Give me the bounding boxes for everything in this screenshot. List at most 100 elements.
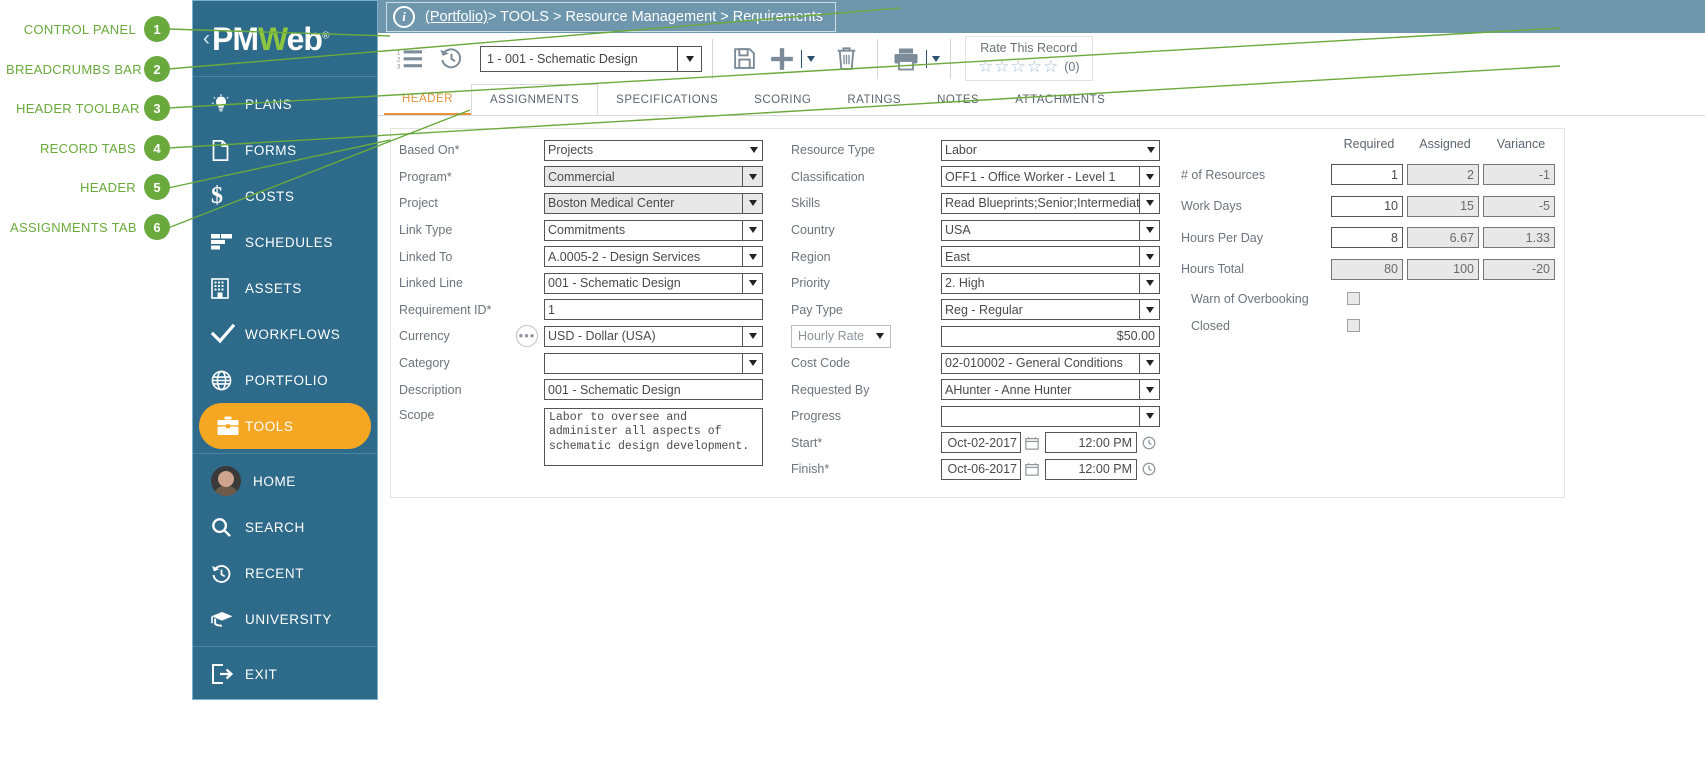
link-type-input[interactable]: Commitments xyxy=(544,219,743,241)
chevron-down-icon[interactable] xyxy=(1140,219,1160,241)
chevron-down-icon[interactable] xyxy=(743,246,763,268)
breadcrumb-link-portfolio[interactable]: (Portfolio) xyxy=(425,9,488,25)
chevron-down-icon[interactable] xyxy=(750,147,758,154)
star-icon-5[interactable]: ☆ xyxy=(1043,57,1058,77)
field-value: Labor xyxy=(945,143,977,158)
star-rating[interactable]: ☆ ☆ ☆ ☆ ☆ (0) xyxy=(978,57,1080,77)
tab-assignments[interactable]: ASSIGNMENTS xyxy=(470,84,599,115)
sidebar-item-costs[interactable]: $ COSTS xyxy=(193,173,377,219)
sidebar-item-home[interactable]: HOME xyxy=(193,458,377,504)
add-dropdown-chevron-icon[interactable] xyxy=(807,55,815,62)
chevron-down-icon[interactable] xyxy=(1147,147,1155,154)
sidebar-item-workflows[interactable]: WORKFLOWS xyxy=(193,311,377,357)
tab-notes[interactable]: NOTES xyxy=(919,84,997,115)
start-time-input[interactable]: 12:00 PM xyxy=(1045,432,1137,454)
chevron-down-icon[interactable] xyxy=(743,352,763,374)
chevron-down-icon[interactable] xyxy=(743,272,763,294)
region-input[interactable]: East xyxy=(941,246,1140,268)
pay-type-input[interactable]: Reg - Regular xyxy=(941,299,1140,321)
field-value: Commercial xyxy=(548,169,615,184)
sidebar-item-exit[interactable]: EXIT xyxy=(193,651,377,697)
star-icon-3[interactable]: ☆ xyxy=(1011,57,1026,77)
progress-input[interactable] xyxy=(941,405,1140,427)
category-input[interactable] xyxy=(544,352,743,374)
field-hourly-rate: Hourly Rate $50.00 xyxy=(791,323,1166,350)
sidebar-item-plans[interactable]: PLANS xyxy=(193,81,377,127)
chevron-down-icon[interactable] xyxy=(1140,352,1160,374)
info-icon[interactable]: i xyxy=(393,6,415,28)
hourly-rate-amount-input[interactable]: $50.00 xyxy=(941,325,1160,347)
priority-input[interactable]: 2. High xyxy=(941,272,1140,294)
based-on-select[interactable]: Projects xyxy=(544,139,763,161)
collapse-chevron-icon[interactable]: ‹ xyxy=(203,27,210,51)
add-button[interactable] xyxy=(765,38,799,80)
clock-icon[interactable] xyxy=(1140,462,1158,476)
sidebar-item-search[interactable]: SEARCH xyxy=(193,504,377,550)
tab-attachments[interactable]: ATTACHMENTS xyxy=(997,84,1123,115)
field-program: Program* Commercial xyxy=(399,164,784,191)
print-dropdown-chevron-icon[interactable] xyxy=(932,55,940,62)
sidebar-item-assets[interactable]: ASSETS xyxy=(193,265,377,311)
chevron-down-icon[interactable] xyxy=(1140,379,1160,401)
field-label: Scope xyxy=(399,407,435,422)
finish-date-input[interactable]: Oct-06-2017 xyxy=(941,458,1021,480)
tab-specifications[interactable]: SPECIFICATIONS xyxy=(598,84,736,115)
sidebar-item-recent[interactable]: RECENT xyxy=(193,550,377,596)
hourly-rate-select[interactable]: Hourly Rate xyxy=(791,324,891,348)
chevron-down-icon[interactable] xyxy=(1140,246,1160,268)
calendar-icon[interactable] xyxy=(1023,462,1041,477)
cost-code-input[interactable]: 02-010002 - General Conditions xyxy=(941,352,1140,374)
requested-by-input[interactable]: AHunter - Anne Hunter xyxy=(941,379,1140,401)
closed-checkbox[interactable] xyxy=(1347,319,1360,332)
required-input[interactable]: 10 xyxy=(1331,195,1403,217)
chevron-down-icon[interactable] xyxy=(1140,299,1160,321)
currency-input[interactable]: USD - Dollar (USA) xyxy=(544,325,743,347)
star-icon-2[interactable]: ☆ xyxy=(994,57,1009,77)
record-selector[interactable]: 1 - 001 - Schematic Design xyxy=(480,45,702,72)
chevron-down-icon[interactable] xyxy=(677,46,701,71)
chevron-down-icon[interactable] xyxy=(1140,192,1160,214)
chevron-down-icon[interactable] xyxy=(1140,272,1160,294)
warn-of-overbooking-checkbox[interactable] xyxy=(1347,292,1360,305)
scope-textarea[interactable]: Labor to oversee and administer all aspe… xyxy=(544,407,763,466)
chevron-down-icon[interactable] xyxy=(1140,166,1160,188)
tab-ratings[interactable]: RATINGS xyxy=(829,84,919,115)
sidebar-item-forms[interactable]: FORMS xyxy=(193,127,377,173)
chevron-down-icon[interactable] xyxy=(743,325,763,347)
linked-to-input[interactable]: A.0005-2 - Design Services xyxy=(544,246,743,268)
skills-input[interactable]: Read Blueprints;Senior;Intermediate xyxy=(941,192,1140,214)
sidebar-item-schedules[interactable]: SCHEDULES xyxy=(193,219,377,265)
country-input[interactable]: USA xyxy=(941,219,1140,241)
linked-line-input[interactable]: 001 - Schematic Design xyxy=(544,272,743,294)
delete-button[interactable] xyxy=(825,38,867,80)
calendar-icon[interactable] xyxy=(1023,436,1041,450)
star-icon-4[interactable]: ☆ xyxy=(1027,57,1042,77)
chevron-down-icon[interactable] xyxy=(743,192,763,214)
sidebar-item-university[interactable]: UNIVERSITY xyxy=(193,596,377,642)
field-value: Projects xyxy=(548,143,594,158)
star-icon-1[interactable]: ☆ xyxy=(978,57,993,77)
description-input[interactable]: 001 - Schematic Design xyxy=(544,379,763,401)
numbered-list-icon[interactable]: 1 2 3 xyxy=(388,38,430,80)
print-button[interactable] xyxy=(888,38,924,80)
tab-scoring[interactable]: SCORING xyxy=(736,84,829,115)
history-icon[interactable] xyxy=(430,38,472,80)
required-input[interactable]: 8 xyxy=(1331,227,1403,249)
sidebar-item-tools[interactable]: TOOLS xyxy=(199,403,371,449)
chevron-down-icon[interactable] xyxy=(743,219,763,241)
chevron-down-icon[interactable] xyxy=(876,333,884,340)
classification-input[interactable]: OFF1 - Office Worker - Level 1 xyxy=(941,166,1140,188)
ellipsis-icon[interactable]: ••• xyxy=(516,325,538,348)
start-date-input[interactable]: Oct-02-2017 xyxy=(941,432,1021,454)
chevron-down-icon[interactable] xyxy=(743,166,763,188)
resource-type-select[interactable]: Labor xyxy=(941,139,1160,161)
finish-time-input[interactable]: 12:00 PM xyxy=(1045,458,1137,480)
brand-logo[interactable]: ‹ PMWeb® xyxy=(193,1,377,77)
clock-icon[interactable] xyxy=(1140,436,1158,450)
chevron-down-icon[interactable] xyxy=(1140,405,1160,427)
save-button[interactable] xyxy=(723,38,765,80)
sidebar-item-portfolio[interactable]: PORTFOLIO xyxy=(193,357,377,403)
required-input[interactable]: 1 xyxy=(1331,164,1403,186)
requirement-id-input[interactable]: 1 xyxy=(544,299,763,321)
tab-header[interactable]: HEADER xyxy=(384,84,471,115)
